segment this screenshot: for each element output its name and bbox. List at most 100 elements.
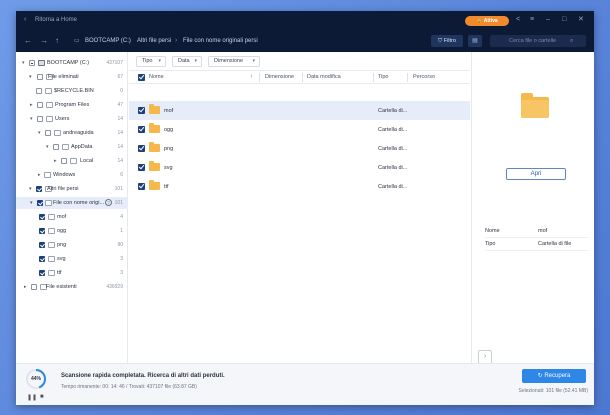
tree-checkbox[interactable]	[37, 102, 43, 108]
help-icon[interactable]: ?	[105, 199, 112, 206]
back-home-icon[interactable]: ‹	[24, 16, 26, 23]
tree-checkbox[interactable]	[29, 60, 35, 66]
tree-item[interactable]: ▸ Local 14	[16, 155, 128, 167]
forward-arrow-icon[interactable]: →	[40, 36, 48, 45]
tree-checkbox[interactable]	[37, 200, 43, 206]
column-header-path[interactable]: Percorso	[413, 74, 435, 80]
column-divider[interactable]	[407, 73, 408, 82]
tree-item[interactable]: ▾ Users 14	[16, 113, 128, 125]
column-divider[interactable]	[373, 73, 374, 82]
tree-checkbox[interactable]	[39, 270, 45, 276]
tree-item[interactable]: ▾ Altri file persi 101	[16, 183, 128, 195]
tree-checkbox[interactable]	[39, 228, 45, 234]
collapse-icon[interactable]: ▾	[30, 200, 33, 206]
row-checkbox[interactable]	[138, 183, 145, 190]
collapse-icon[interactable]: ▾	[22, 60, 25, 66]
row-checkbox[interactable]	[138, 126, 145, 133]
back-home-link[interactable]: Ritorna a Home	[35, 17, 77, 23]
activate-button[interactable]: 🔒 Attiva	[465, 16, 509, 26]
maximize-icon[interactable]: □	[562, 16, 566, 24]
table-row[interactable]: svg Cartella di...	[129, 158, 470, 177]
search-icon[interactable]: ⌕	[570, 35, 573, 47]
folder-icon	[48, 228, 55, 234]
tree-label: andreaguida	[63, 130, 94, 136]
close-icon[interactable]: ✕	[578, 16, 584, 24]
tree-item[interactable]: ▾ File eliminati 67	[16, 71, 128, 83]
size-filter-dropdown[interactable]: Dimensione ▾	[208, 56, 260, 67]
tree-item-selected[interactable]: ▾ File con nome origi... ? 101	[16, 197, 128, 209]
collapse-icon[interactable]: ▾	[29, 186, 32, 192]
column-divider[interactable]	[302, 73, 303, 82]
folder-icon	[62, 144, 69, 150]
tree-label: Altri file persi	[47, 186, 79, 192]
tree-item[interactable]: $RECYCLE.BIN 0	[16, 85, 128, 97]
tree-item[interactable]: ogg 1	[16, 225, 128, 237]
minimize-icon[interactable]: –	[546, 16, 550, 24]
menu-icon[interactable]: ≡	[530, 16, 534, 24]
tree-checkbox[interactable]	[39, 256, 45, 262]
column-header-size[interactable]: Dimensione	[265, 74, 294, 80]
tree-item[interactable]: ▾ andreaguida 14	[16, 127, 128, 139]
collapse-icon[interactable]: ▾	[30, 116, 33, 122]
tree-item[interactable]: png 90	[16, 239, 128, 251]
folder-icon	[45, 200, 52, 206]
tree-checkbox[interactable]	[31, 284, 37, 290]
up-arrow-icon[interactable]: ↑	[55, 36, 59, 45]
tree-checkbox[interactable]	[37, 74, 43, 80]
share-icon[interactable]: <	[516, 16, 520, 24]
table-row[interactable]: ttf Cartella di...	[129, 177, 470, 196]
back-arrow-icon[interactable]: ←	[24, 36, 32, 45]
expand-icon[interactable]: ▸	[30, 102, 33, 108]
table-row[interactable]: png Cartella di...	[129, 139, 470, 158]
tree-checkbox[interactable]	[36, 88, 42, 94]
tree-checkbox[interactable]	[39, 242, 45, 248]
row-checkbox[interactable]	[138, 164, 145, 171]
type-filter-dropdown[interactable]: Tipo ▾	[136, 56, 166, 67]
tree-count: 14	[117, 158, 123, 164]
tree-item[interactable]: mof 4	[16, 211, 128, 223]
tree-checkbox[interactable]	[61, 158, 67, 164]
tree-checkbox[interactable]	[45, 130, 51, 136]
tree-count: 14	[117, 144, 123, 150]
expand-icon[interactable]: ▸	[54, 158, 57, 164]
breadcrumb-original-names[interactable]: File con nome originali persi	[183, 38, 258, 44]
breadcrumb-drive[interactable]: BOOTCAMP (C:)	[85, 38, 131, 44]
column-header-type[interactable]: Tipo	[378, 74, 389, 80]
tree-checkbox[interactable]	[37, 116, 43, 122]
search-input[interactable]: Cerca file o cartelle ⌕	[490, 35, 586, 47]
stop-icon[interactable]: ■	[40, 394, 44, 400]
sort-arrow-icon[interactable]: ↑	[250, 74, 253, 80]
expand-icon[interactable]: ▸	[38, 172, 41, 178]
file-list-panel: Tipo ▾ Data ▾ Dimensione ▾ Nome ↑ Dimens…	[129, 52, 470, 363]
recover-button[interactable]: ↻ Recupera	[522, 369, 586, 383]
table-row[interactable]: ogg Cartella di...	[129, 120, 470, 139]
select-all-checkbox[interactable]	[138, 74, 145, 81]
date-filter-dropdown[interactable]: Data ▾	[172, 56, 202, 67]
tree-item[interactable]: ▸ Program Files 47	[16, 99, 128, 111]
tree-item[interactable]: ▸ Windows 6	[16, 169, 128, 181]
column-header-modified[interactable]: Data modifica	[307, 74, 341, 80]
tree-checkbox[interactable]	[53, 144, 59, 150]
collapse-icon[interactable]: ▾	[29, 74, 32, 80]
expand-icon[interactable]: ▸	[24, 284, 27, 290]
tree-item[interactable]: ▾ BOOTCAMP (C:) 437107	[16, 57, 128, 69]
breadcrumb-lost-files[interactable]: Altri file persi	[137, 38, 171, 44]
view-toggle-button[interactable]: ▤	[468, 35, 482, 47]
row-checkbox[interactable]	[138, 107, 145, 114]
column-header-name[interactable]: Nome	[149, 74, 164, 80]
table-row[interactable]: mof Cartella di...	[129, 101, 470, 120]
filter-button[interactable]: ⛉ Filtro	[431, 35, 463, 47]
pause-icon[interactable]: ❚❚	[27, 394, 37, 401]
tree-item[interactable]: svg 3	[16, 253, 128, 265]
collapse-icon[interactable]: ▾	[38, 130, 41, 136]
column-divider[interactable]	[259, 73, 260, 82]
open-button[interactable]: Apri	[506, 168, 566, 180]
tree-item[interactable]: ▾ AppData 14	[16, 141, 128, 153]
tree-item[interactable]: ttf 3	[16, 267, 128, 279]
tree-item[interactable]: ▸ File esistenti 436929	[16, 281, 128, 293]
collapse-icon[interactable]: ▾	[46, 144, 49, 150]
tree-checkbox[interactable]	[36, 186, 42, 192]
row-checkbox[interactable]	[138, 145, 145, 152]
next-arrow-button[interactable]: ›	[478, 350, 492, 364]
tree-checkbox[interactable]	[39, 214, 45, 220]
